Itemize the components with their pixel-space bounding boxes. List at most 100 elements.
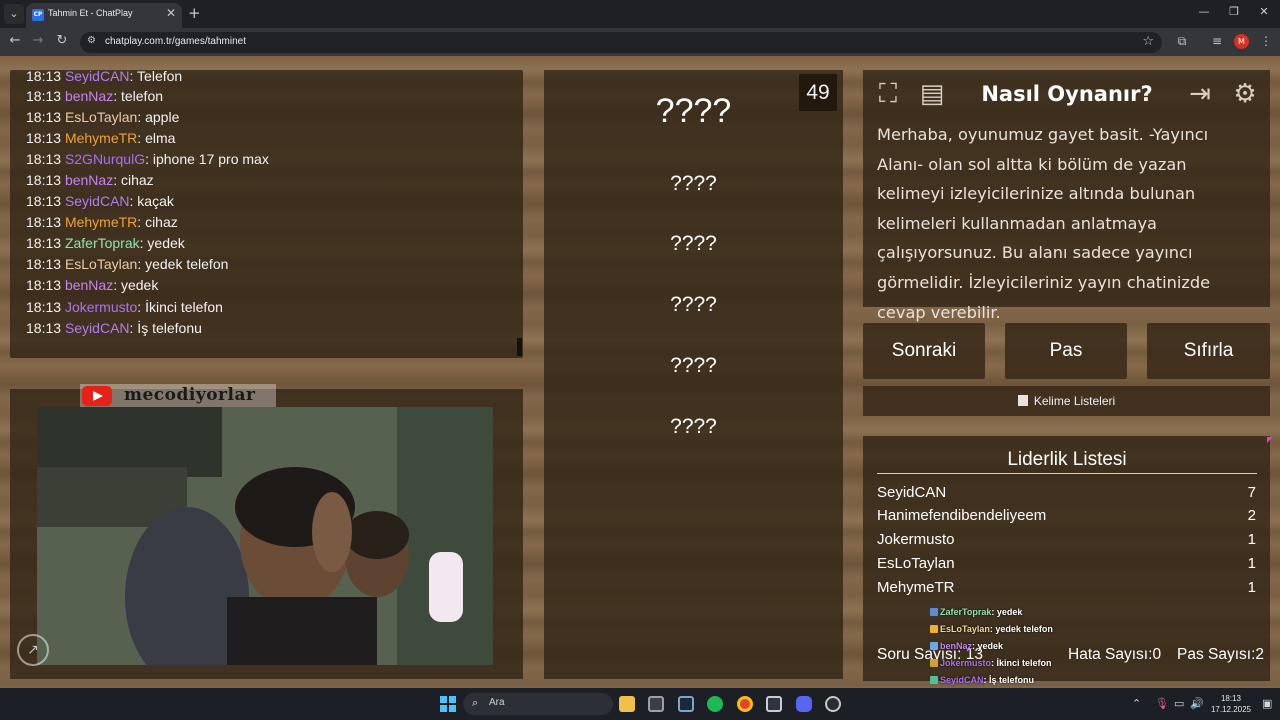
chat-text: : elma <box>137 130 176 146</box>
microphone-icon[interactable]: 🎙 <box>1155 697 1169 710</box>
taskbar-search[interactable]: ⌕ Ara <box>463 693 613 715</box>
channel-name: mecodiyorlar <box>124 385 256 405</box>
overlay-chat-line: ZaferToprak: yedek <box>930 607 1022 617</box>
url-text[interactable]: chatplay.com.tr/games/tahminet <box>105 36 246 47</box>
fullscreen-icon[interactable]: ⛶ <box>872 78 904 110</box>
chat-username[interactable]: EsLoTaylan <box>65 109 137 125</box>
chat-time: 18:13 <box>26 214 62 230</box>
new-tab-plus-icon[interactable]: + <box>188 4 201 22</box>
chat-username[interactable]: MehymeTR <box>65 130 137 146</box>
site-info-icon[interactable]: ⚙ <box>87 35 96 46</box>
chat-message: 18:13 S2GNurqulG: iphone 17 pro max <box>26 151 269 167</box>
chat-username[interactable]: MehymeTR <box>65 214 137 230</box>
chat-time: 18:13 <box>26 256 62 272</box>
minimize-icon[interactable]: — <box>1194 5 1214 18</box>
chat-username[interactable]: benNaz <box>65 277 113 293</box>
bookmark-star-icon[interactable]: ☆ <box>1142 34 1154 49</box>
chat-username[interactable]: S2GNurqulG <box>65 151 145 167</box>
chat-message: 18:13 Jokermusto: İkinci telefon <box>26 299 223 315</box>
chat-username[interactable]: Jokermusto <box>65 299 137 315</box>
store-icon[interactable] <box>648 696 664 712</box>
cam-toggle-icon[interactable]: ↗ <box>17 634 49 666</box>
profile-avatar[interactable]: M <box>1234 34 1249 49</box>
chat-username[interactable]: SeyidCAN <box>65 320 130 336</box>
reload-icon[interactable]: ↻ <box>53 33 71 48</box>
chat-username[interactable]: benNaz <box>65 172 113 188</box>
settings-gear-icon[interactable]: ⚙ <box>1229 78 1261 110</box>
notification-icon[interactable]: ▣ <box>1262 697 1272 710</box>
overlay-chat-line: benNaz: yedek <box>930 641 1003 651</box>
more-menu-icon[interactable]: ⋮ <box>1258 34 1274 48</box>
volume-icon[interactable]: 🔊 <box>1190 697 1204 710</box>
chat-username[interactable]: EsLoTaylan <box>65 256 137 272</box>
app-hex-icon[interactable] <box>766 696 782 712</box>
browser-tab[interactable]: CP Tahmin Et - ChatPlay ✕ <box>26 3 182 28</box>
tab-search-chevron-icon[interactable]: ⌄ <box>4 4 24 24</box>
chat-message: 18:13 benNaz: yedek <box>26 277 158 293</box>
leaderboard-name: MehymeTR <box>877 579 955 596</box>
forward-arrow-icon[interactable]: → <box>29 33 47 48</box>
overlay-username: EsLoTaylan <box>940 624 990 634</box>
main-word: ???? <box>655 92 732 130</box>
extensions-puzzle-icon[interactable]: ⧉ <box>1174 34 1190 49</box>
chat-username[interactable]: SeyidCAN <box>65 193 130 209</box>
overlay-text: : yedek telefon <box>989 624 1053 634</box>
leaderboard-score: 1 <box>1247 579 1256 596</box>
file-explorer-icon[interactable] <box>619 696 635 712</box>
chat-text: : yedek <box>113 277 159 293</box>
overlay-username: benNaz <box>940 641 973 651</box>
chat-badge-icon <box>930 608 938 616</box>
obs-icon[interactable] <box>825 696 841 712</box>
chat-badge-icon <box>930 642 938 650</box>
notepad-icon <box>1017 395 1028 406</box>
scrollbar-thumb[interactable] <box>517 338 522 356</box>
leaderboard-name: EsLoTaylan <box>877 555 955 572</box>
taskbar-clock[interactable]: 18:13 17.12.2025 <box>1206 693 1256 715</box>
overlay-text: : yedek <box>991 607 1023 617</box>
word-lists-button[interactable]: Kelime Listeleri <box>863 386 1270 416</box>
chat-username[interactable]: ZaferToprak <box>65 235 140 251</box>
leaderboard-row: Hanimefendibendeliyeem 2 <box>877 507 1257 529</box>
overlay-text: : yedek <box>972 641 1004 651</box>
pass-button[interactable]: Pas <box>1005 323 1127 379</box>
steam-icon[interactable] <box>678 696 694 712</box>
notebook-icon[interactable]: ▤ <box>916 78 948 110</box>
reading-list-icon[interactable]: ≡ <box>1209 34 1225 48</box>
forbidden-word: ???? <box>670 293 717 316</box>
chat-username[interactable]: SeyidCAN <box>65 68 130 84</box>
error-count-value: 0 <box>1152 646 1162 663</box>
spotify-icon[interactable] <box>707 696 723 712</box>
chat-text: : yedek telefon <box>137 256 229 272</box>
taskbar-search-placeholder: Ara <box>489 697 505 708</box>
back-arrow-icon[interactable]: ← <box>6 33 24 48</box>
chat-text: : iphone 17 pro max <box>145 151 269 167</box>
leaderboard-title: Liderlik Listesi <box>1007 449 1127 470</box>
leaderboard-divider <box>877 473 1257 474</box>
chat-text: : apple <box>137 109 180 125</box>
reset-button[interactable]: Sıfırla <box>1147 323 1270 379</box>
discord-icon[interactable] <box>796 696 812 712</box>
channel-badge: mecodiyorlar <box>80 384 276 408</box>
restore-icon[interactable]: ❐ <box>1224 5 1244 18</box>
network-icon[interactable]: ▭ <box>1174 697 1184 710</box>
chat-text: : Telefon <box>129 68 183 84</box>
chat-time: 18:13 <box>26 235 62 251</box>
error-count: Hata Sayısı:0 <box>1068 646 1161 664</box>
chat-username[interactable]: benNaz <box>65 88 113 104</box>
close-tab-icon[interactable]: ✕ <box>166 6 176 20</box>
chat-time: 18:13 <box>26 172 62 188</box>
forbidden-word: ???? <box>670 172 717 195</box>
search-icon: ⌕ <box>472 696 479 709</box>
logout-icon[interactable]: ⇥ <box>1184 78 1216 110</box>
chat-badge-icon <box>930 659 938 667</box>
tray-chevron-icon[interactable]: ⌃ <box>1132 697 1141 710</box>
pass-count-value: 2 <box>1255 646 1265 663</box>
game-layer: 18:13 SeyidCAN: Telefon 18:13 benNaz: tel… <box>0 56 1280 688</box>
forbidden-word: ???? <box>670 415 717 438</box>
start-windows-icon[interactable] <box>440 696 456 712</box>
chrome-icon[interactable] <box>737 696 753 712</box>
next-button[interactable]: Sonraki <box>863 323 985 379</box>
address-bar[interactable]: ⚙ chatplay.com.tr/games/tahminet ☆ <box>80 32 1162 53</box>
close-window-icon[interactable]: ✕ <box>1254 5 1274 18</box>
forbidden-word: ???? <box>670 232 717 255</box>
